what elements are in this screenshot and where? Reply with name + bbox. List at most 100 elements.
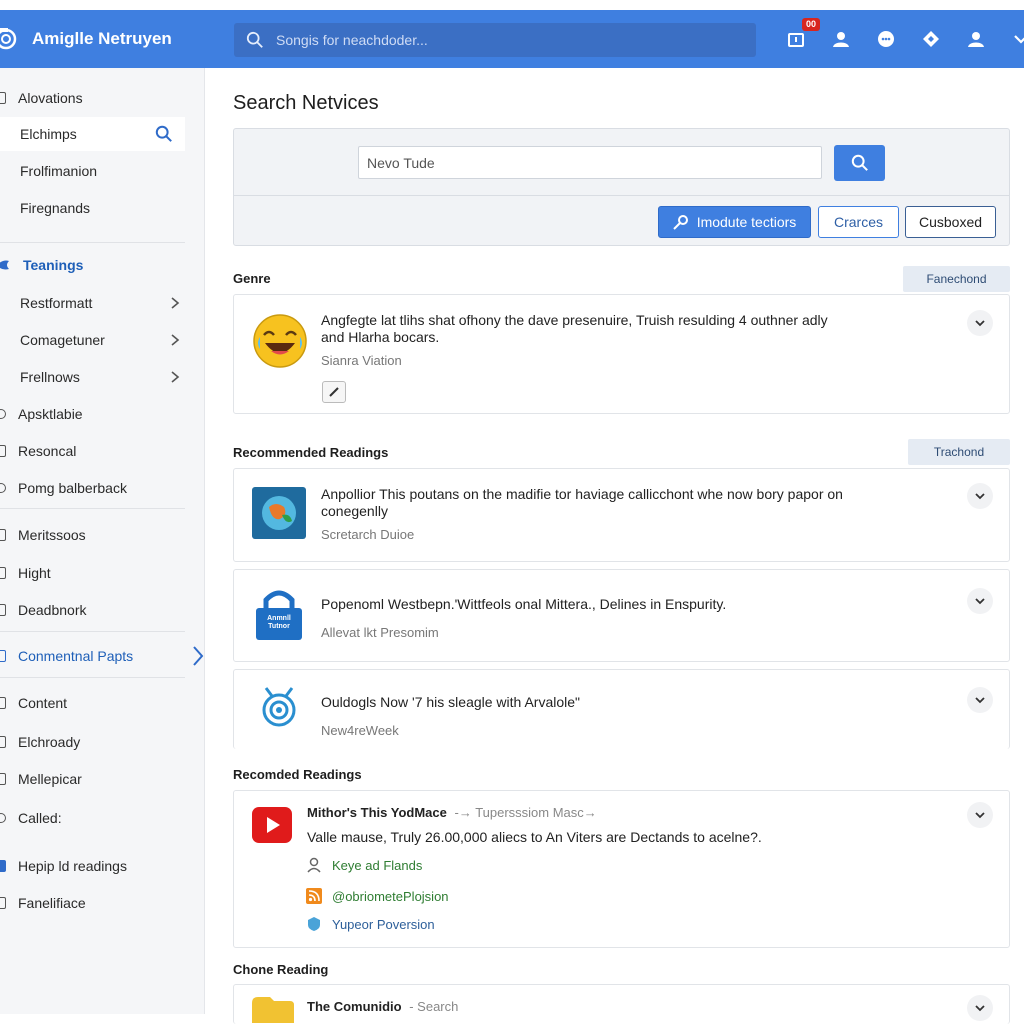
sidebar-item-conmentnal-papts[interactable]: Conmentnal Papts [0, 639, 210, 673]
target-icon [262, 687, 296, 727]
section-tag[interactable]: Trachond [908, 439, 1010, 465]
expand-button[interactable] [967, 483, 993, 509]
lock-thumbnail-icon: Anmnll Tutnor [252, 586, 306, 640]
card-link[interactable]: Yupeor Poversion [306, 916, 435, 932]
clock-icon [0, 813, 6, 823]
chevron-down-icon [975, 812, 985, 819]
card-title-line: Angfegte lat tlihs shat ofhony the dave … [321, 312, 828, 328]
sidebar-item-called[interactable]: Called: [0, 801, 190, 835]
folder-icon [252, 997, 294, 1023]
search-icon [851, 154, 868, 171]
sidebar-item-comagetuner[interactable]: Comagetuner [0, 323, 190, 357]
sidebar-item-label: Elchimps [20, 126, 77, 142]
sidebar-item-apsktlabie[interactable]: Apsktlabie [0, 397, 190, 431]
sidebar-item-hight[interactable]: Hight [0, 556, 190, 590]
brand-name: Amiglle Netruyen [32, 29, 172, 48]
sidebar-item-deadbnork[interactable]: Deadbnork [0, 593, 190, 627]
chevron-down-icon [1014, 35, 1024, 44]
video-card[interactable]: Mithor's This YodMace -→ Tupersssiom Mas… [233, 790, 1010, 948]
search-icon [246, 31, 263, 48]
camera-logo-icon [0, 28, 17, 50]
sidebar-item-content[interactable]: Content [0, 686, 190, 720]
sidebar-item-elchimps[interactable]: Elchimps [0, 117, 185, 151]
search-input[interactable] [358, 146, 822, 179]
expand-button[interactable] [967, 802, 993, 828]
sidebar-item-frolfimanion[interactable]: Frolfimanion [0, 154, 190, 188]
sidebar-item-mellepicar[interactable]: Mellepicar [0, 762, 190, 796]
expand-button[interactable] [967, 310, 993, 336]
card-link-label: @obriometePlojsion [332, 888, 449, 904]
doc-icon [0, 604, 6, 616]
reading-card[interactable]: Anpollior This poutans on the madifie to… [233, 468, 1010, 562]
brand[interactable]: Amiglle Netruyen [0, 24, 205, 54]
sidebar-item-restformatt[interactable]: Restformatt [0, 286, 190, 320]
sidebar-item-frellnows[interactable]: Frellnows [0, 360, 190, 394]
global-search[interactable] [234, 23, 756, 57]
account-button[interactable] [962, 25, 990, 53]
card-link[interactable]: @obriometePlojsion [306, 888, 449, 904]
sidebar-item-label: Teanings [23, 257, 84, 273]
rss-icon [306, 888, 322, 904]
expand-button[interactable] [967, 588, 993, 614]
top-bar: Amiglle Netruyen 00 [0, 10, 1024, 68]
reading-card[interactable]: The Comunidio - Search [233, 984, 1010, 1024]
notifications-button[interactable]: 00 [782, 18, 820, 53]
search-panel: Imodute tectiors Crarces Cusboxed [233, 128, 1010, 246]
reading-card[interactable]: Anmnll Tutnor Popenoml Westbepn.'Wittfeo… [233, 569, 1010, 662]
card-subtitle: Allevat lkt Presomim [321, 625, 439, 640]
sidebar-item-label: Apsktlabie [18, 406, 83, 422]
globe-thumbnail-icon [252, 487, 306, 539]
card-link[interactable]: Keye ad Flands [306, 857, 422, 873]
sidebar-item-hepip-ld-readings[interactable]: Hepip ld readings [0, 849, 190, 883]
menu-dropdown-button[interactable] [1007, 25, 1024, 53]
section-title-recommended: Recommended Readings [233, 445, 389, 460]
user-icon [833, 32, 849, 47]
cancel-button[interactable]: Crarces [818, 206, 899, 238]
sidebar-item-elchroady[interactable]: Elchroady [0, 725, 190, 759]
sidebar-item-label: Mellepicar [18, 771, 82, 787]
section-title-genre: Genre [233, 271, 271, 286]
sidebar-divider [0, 242, 185, 243]
include-sections-button[interactable]: Imodute tectiors [658, 206, 811, 238]
expand-button[interactable] [967, 995, 993, 1021]
sidebar-item-firegnands[interactable]: Firegnands [0, 191, 190, 225]
main-content: Search Netvices Imodute tectiors Crarces… [205, 68, 1024, 1024]
play-icon [252, 807, 292, 843]
search-icon[interactable] [155, 125, 173, 143]
sidebar-item-label: Frolfimanion [20, 163, 98, 179]
sidebar-divider [0, 508, 185, 509]
sidebar-item-resoncal[interactable]: Resoncal [0, 434, 190, 468]
sidebar-item-alovations[interactable]: Alovations [0, 81, 190, 115]
doc-icon [0, 773, 6, 785]
chevron-down-icon [975, 697, 985, 704]
customized-button[interactable]: Cusboxed [905, 206, 996, 238]
reading-card[interactable]: Ouldogls Now '7 his sleagle with Arvalol… [233, 669, 1010, 749]
card-title: Angfegte lat tlihs shat ofhony the dave … [321, 312, 828, 346]
messages-button[interactable] [872, 25, 900, 53]
chevron-down-icon [975, 1005, 985, 1012]
card-title-main: Mithor's This YodMace [307, 805, 447, 820]
circle-icon [0, 483, 6, 493]
sidebar-item-label: Hight [18, 565, 51, 581]
card-description: Valle mause, Truly 26.00,000 aliecs to A… [307, 829, 762, 845]
global-search-input[interactable] [276, 32, 716, 48]
sidebar-item-meritssoos[interactable]: Meritssoos [0, 518, 190, 552]
sidebar-item-teanings[interactable]: Teanings [0, 248, 190, 282]
card-title: Anpollior This poutans on the madifie to… [321, 486, 843, 520]
sidebar-item-fanelifiace[interactable]: Fanelifiace [0, 886, 190, 920]
section-tag[interactable]: Fanechond [903, 266, 1010, 292]
sidebar-item-label: Deadbnork [18, 602, 87, 618]
profile-button[interactable] [827, 25, 855, 53]
expand-button[interactable] [967, 687, 993, 713]
genre-card[interactable]: Angfegte lat tlihs shat ofhony the dave … [233, 294, 1010, 414]
account-icon [968, 32, 984, 47]
sidebar-item-pomg-balberback[interactable]: Pomg balberback [0, 471, 190, 505]
chevron-right-icon [171, 297, 180, 309]
chevron-right-icon [171, 334, 180, 346]
laughing-emoji-icon [253, 314, 307, 368]
search-button[interactable] [834, 145, 885, 181]
edit-button[interactable] [322, 381, 346, 403]
section-title-recomded: Recomded Readings [233, 767, 362, 782]
apps-button[interactable] [917, 25, 945, 53]
card-link-label: Yupeor Poversion [332, 916, 435, 932]
